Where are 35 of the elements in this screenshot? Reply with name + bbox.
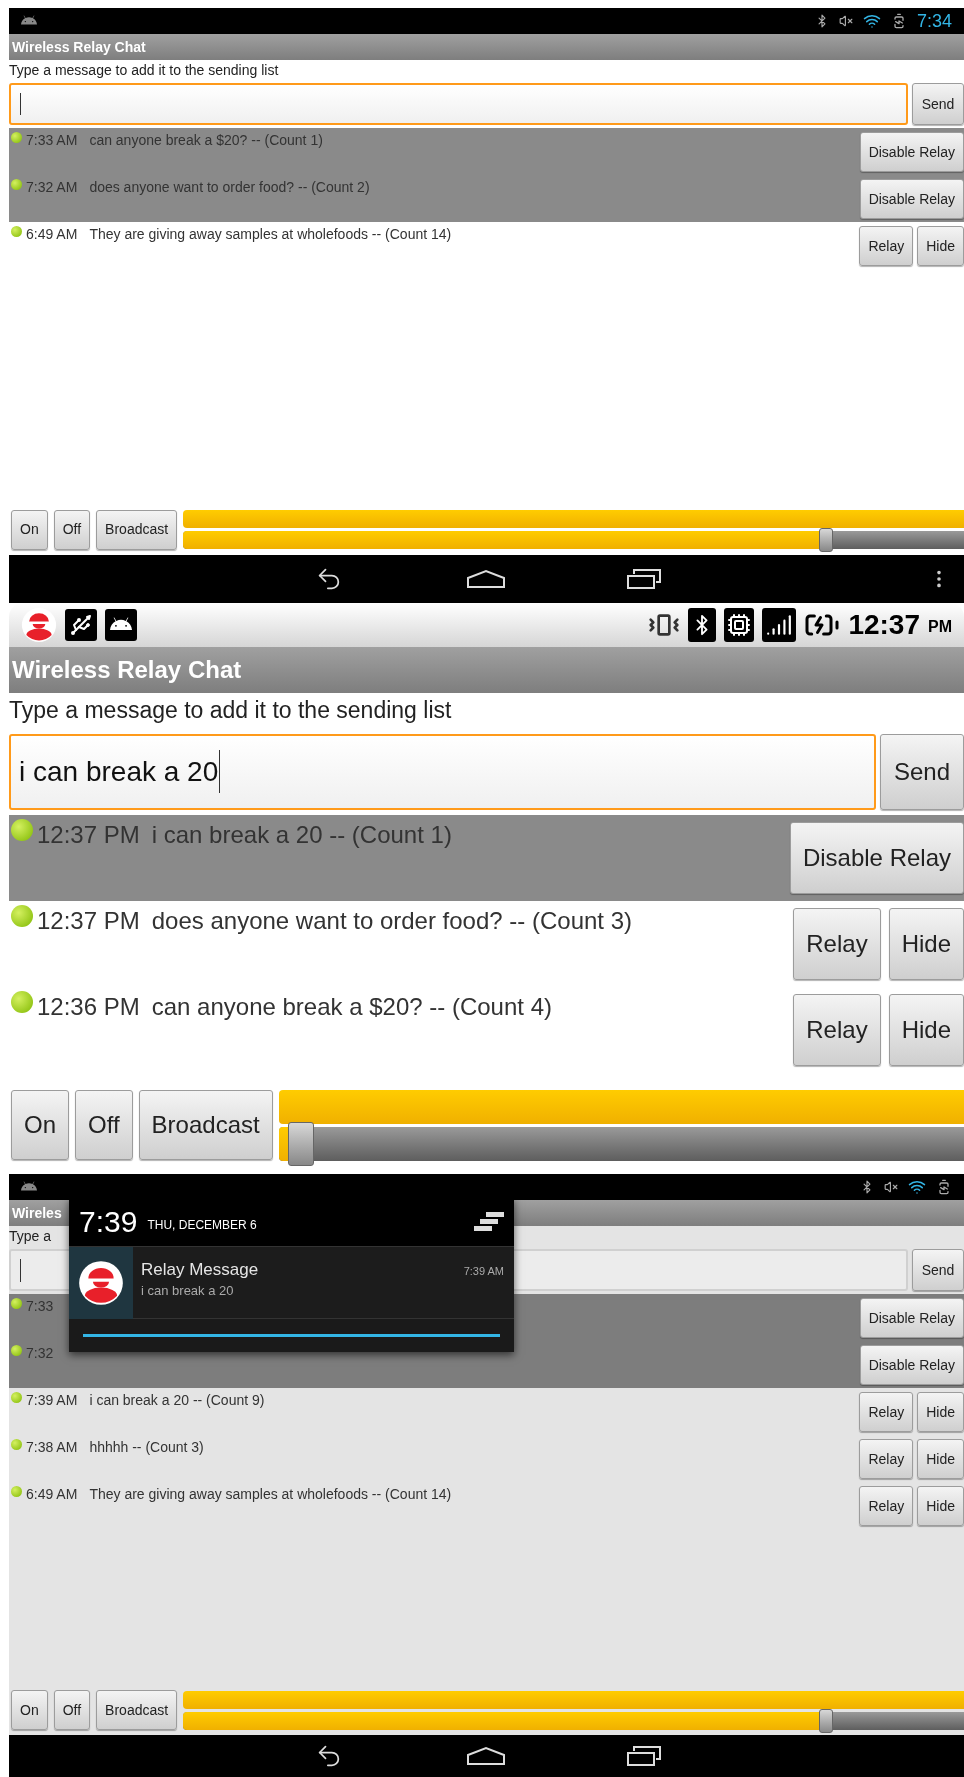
message-time: 7:32 [26, 1344, 54, 1364]
notification-time: 7:39 AM [463, 1264, 505, 1280]
clock-time: 7:34 [916, 9, 952, 33]
message-time: 6:49 AM [26, 1485, 78, 1505]
notification-title: Relay Message [141, 1259, 260, 1281]
message-text: They are giving away samples at wholefoods -- (Count 14) [89, 1485, 452, 1505]
message-text: can anyone break a $20? -- (Count 4) [151, 991, 552, 1022]
message-time: 7:33 AM [26, 131, 78, 150]
prompt-text: Type a [9, 1226, 52, 1246]
clock-time: 12:37 [848, 610, 920, 639]
message-time: 12:36 PM [37, 991, 140, 1022]
prompt-text: Type a message to add it to the sending list [9, 696, 452, 726]
message-text: does anyone want to order food? -- (Count 3) [151, 905, 632, 936]
message-text: can anyone break a $20? -- (Count 1) [89, 131, 323, 150]
app-title: Wireles [12, 1203, 62, 1223]
message-text: They are giving away samples at wholefoods -- (Count 14) [89, 225, 452, 244]
message-time: 7:32 AM [26, 178, 78, 197]
prompt-text: Type a message to add it to the sending list [9, 60, 279, 80]
app-title: Wireless Relay Chat [12, 654, 242, 685]
date-text: THU, DECEMBER 6 [147, 1217, 257, 1235]
message-time: 7:39 AM [26, 1391, 78, 1411]
message-time: 12:37 PM [37, 819, 140, 850]
message-text: i can break a 20 -- (Count 9) [89, 1391, 265, 1411]
message-time: 6:49 AM [26, 225, 78, 244]
notification-text: i can break a 20 [141, 1281, 235, 1300]
message-time: 7:38 AM [26, 1438, 78, 1458]
message-text: i can break a 20 -- (Count 1) [151, 819, 452, 850]
message-time: 7:33 [26, 1297, 54, 1317]
message-time: 12:37 PM [37, 905, 140, 936]
app-title: Wireless Relay Chat [12, 37, 146, 57]
clock-period: PM [928, 616, 952, 637]
clock-time: 7:39 [79, 1206, 138, 1237]
message-text: does anyone want to order food? -- (Count 2) [89, 178, 370, 197]
input-value: i can break a 20 [19, 754, 219, 789]
message-text: hhhhh -- (Count 3) [89, 1438, 204, 1458]
